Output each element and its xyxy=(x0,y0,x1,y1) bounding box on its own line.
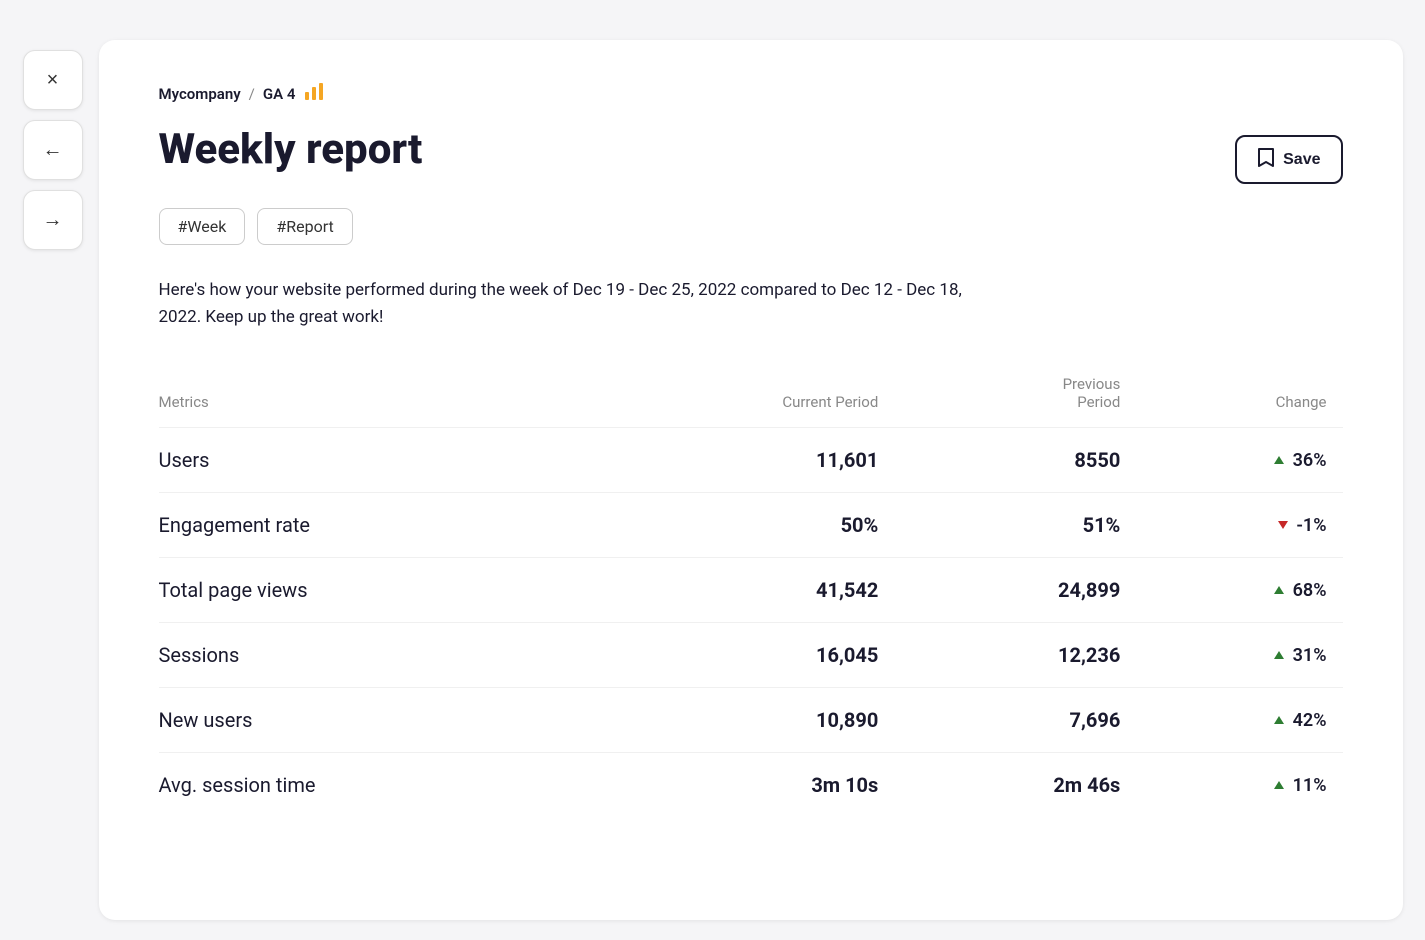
col-header-metrics: Metrics xyxy=(159,367,582,428)
tag-week[interactable]: #Week xyxy=(159,208,246,245)
report-description: Here's how your website performed during… xyxy=(159,277,979,331)
change-value: 31% xyxy=(1136,623,1342,688)
analytics-icon xyxy=(303,80,325,107)
table-row: Avg. session time 3m 10s 2m 46s 11% xyxy=(159,753,1343,818)
tag-report[interactable]: #Report xyxy=(257,208,352,245)
arrow-up-icon xyxy=(1274,651,1284,659)
table-row: Total page views 41,542 24,899 68% xyxy=(159,558,1343,623)
previous-value: 8550 xyxy=(894,428,1136,493)
change-value: -1% xyxy=(1136,493,1342,558)
tags-row: #Week #Report xyxy=(159,208,1343,245)
col-header-change: Change xyxy=(1136,367,1342,428)
previous-value: 24,899 xyxy=(894,558,1136,623)
metric-name: New users xyxy=(159,688,582,753)
table-row: Sessions 16,045 12,236 31% xyxy=(159,623,1343,688)
back-button[interactable]: ← xyxy=(23,120,83,180)
close-icon: × xyxy=(47,69,59,92)
change-value: 36% xyxy=(1136,428,1342,493)
previous-value: 12,236 xyxy=(894,623,1136,688)
current-value: 16,045 xyxy=(581,623,894,688)
previous-value: 51% xyxy=(894,493,1136,558)
metric-name: Avg. session time xyxy=(159,753,582,818)
breadcrumb: Mycompany / GA 4 xyxy=(159,80,1343,107)
current-value: 11,601 xyxy=(581,428,894,493)
current-value: 3m 10s xyxy=(581,753,894,818)
back-icon: ← xyxy=(43,139,63,162)
previous-value: 2m 46s xyxy=(894,753,1136,818)
breadcrumb-separator: / xyxy=(249,85,255,103)
arrow-up-icon xyxy=(1274,781,1284,789)
forward-button[interactable]: → xyxy=(23,190,83,250)
bookmark-icon xyxy=(1257,147,1275,172)
metric-name: Users xyxy=(159,428,582,493)
current-value: 50% xyxy=(581,493,894,558)
current-value: 41,542 xyxy=(581,558,894,623)
table-row: Users 11,601 8550 36% xyxy=(159,428,1343,493)
metrics-table: Metrics Current Period PreviousPeriod Ch… xyxy=(159,367,1343,817)
arrow-down-icon xyxy=(1278,521,1288,529)
arrow-up-icon xyxy=(1274,586,1284,594)
main-content: Mycompany / GA 4 Weekly report xyxy=(99,40,1403,920)
table-row: Engagement rate 50% 51% -1% xyxy=(159,493,1343,558)
arrow-up-icon xyxy=(1274,456,1284,464)
close-button[interactable]: × xyxy=(23,50,83,110)
table-row: New users 10,890 7,696 42% xyxy=(159,688,1343,753)
page-title: Weekly report xyxy=(159,127,423,173)
change-value: 68% xyxy=(1136,558,1342,623)
breadcrumb-company: Mycompany xyxy=(159,85,241,103)
header-row: Weekly report Save xyxy=(159,127,1343,184)
change-value: 11% xyxy=(1136,753,1342,818)
page-container: × ← → Mycompany / GA 4 Weekl xyxy=(23,20,1403,920)
sidebar: × ← → xyxy=(23,40,83,920)
metric-name: Total page views xyxy=(159,558,582,623)
forward-icon: → xyxy=(43,209,63,232)
previous-period-label: PreviousPeriod xyxy=(1063,375,1121,411)
col-header-previous: PreviousPeriod xyxy=(894,367,1136,428)
save-button[interactable]: Save xyxy=(1235,135,1342,184)
metric-name: Sessions xyxy=(159,623,582,688)
save-label: Save xyxy=(1283,151,1320,169)
arrow-up-icon xyxy=(1274,716,1284,724)
previous-value: 7,696 xyxy=(894,688,1136,753)
breadcrumb-product: GA 4 xyxy=(263,85,296,103)
change-value: 42% xyxy=(1136,688,1342,753)
current-value: 10,890 xyxy=(581,688,894,753)
col-header-current: Current Period xyxy=(581,367,894,428)
metric-name: Engagement rate xyxy=(159,493,582,558)
